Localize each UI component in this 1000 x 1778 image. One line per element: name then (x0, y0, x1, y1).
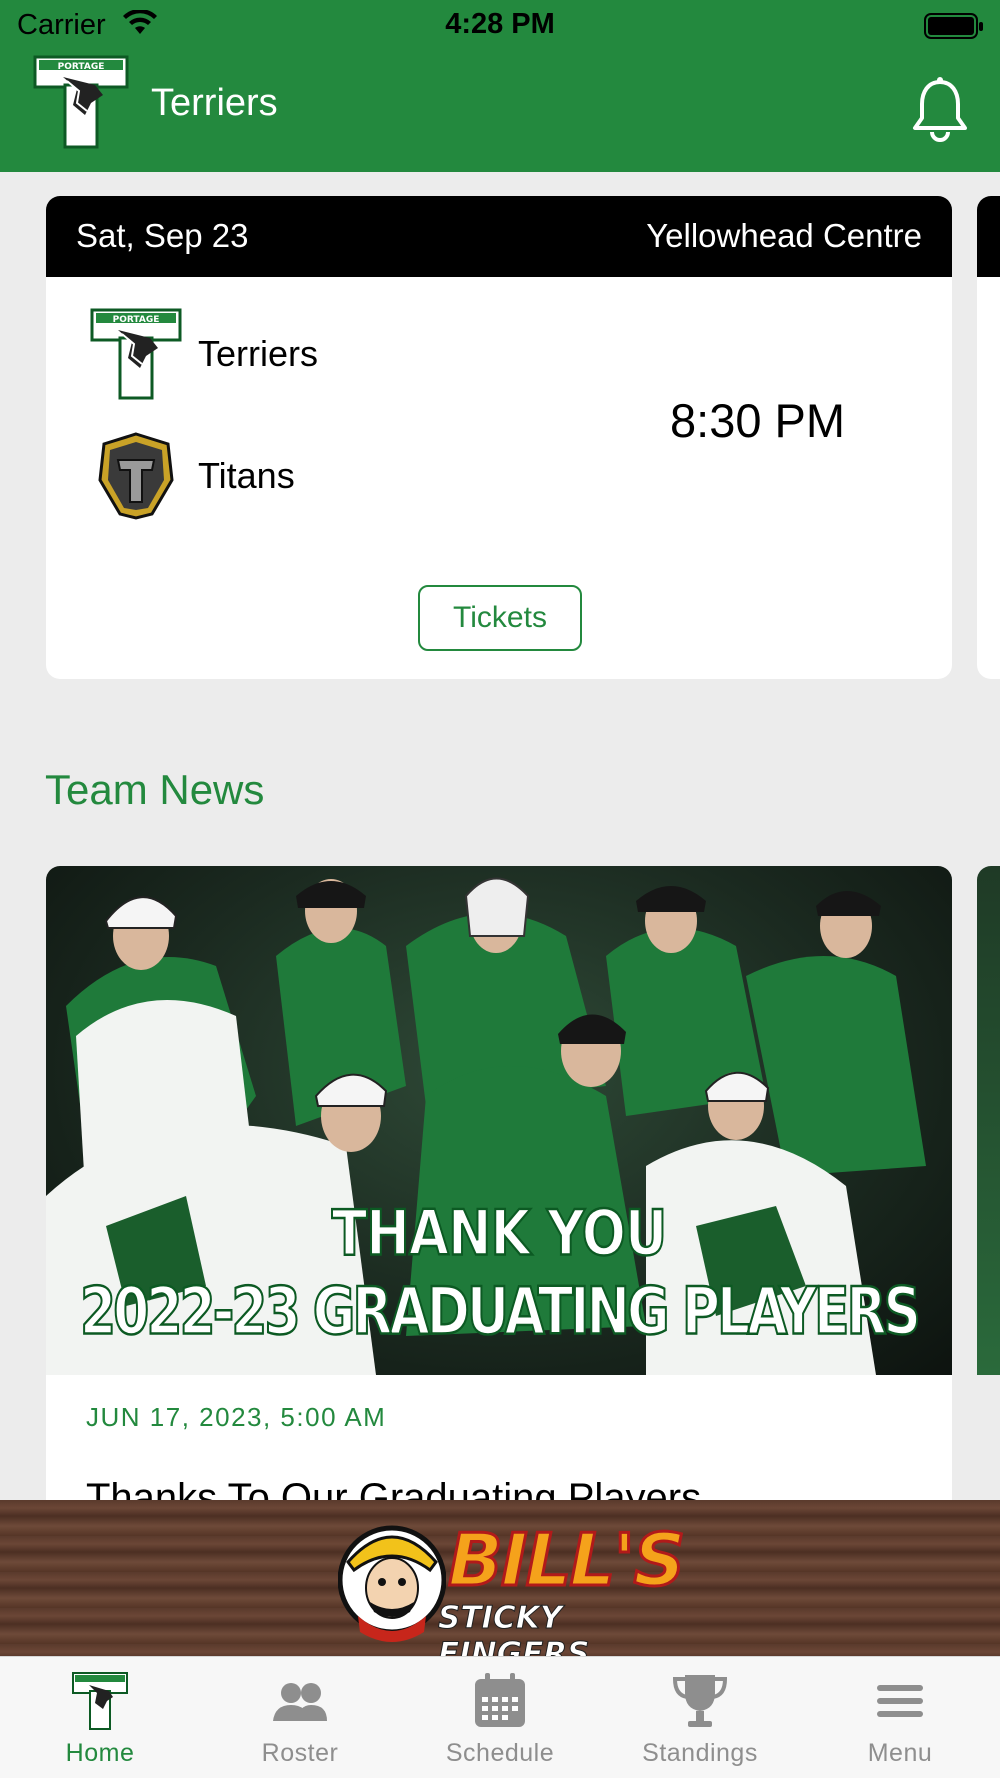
section-title-team-news: Team News (45, 766, 265, 813)
calendar-icon (475, 1673, 525, 1727)
news-image: THANK YOU 2022-23 GRADUATING PLAYERS (46, 866, 952, 1375)
news-image-caption: THANK YOU 2022-23 GRADUATING PLAYERS (46, 1197, 952, 1351)
tab-roster[interactable]: Roster (200, 1657, 400, 1778)
sponsor-mascot-icon (338, 1525, 446, 1642)
bell-icon[interactable] (910, 76, 970, 142)
tab-menu[interactable]: Menu (800, 1657, 1000, 1778)
tab-home-label: Home (65, 1739, 135, 1767)
battery-icon (924, 13, 983, 39)
tab-home[interactable]: Home (0, 1657, 200, 1778)
people-icon (273, 1683, 327, 1721)
team-logo-icon (72, 1672, 128, 1730)
svg-text:PORTAGE: PORTAGE (113, 315, 160, 325)
tab-schedule-label: Schedule (445, 1739, 555, 1767)
svg-text:PORTAGE: PORTAGE (58, 62, 105, 72)
terriers-logo-icon: PORTAGE (90, 308, 182, 400)
hamburger-icon (877, 1685, 923, 1717)
game-date: Sat, Sep 23 (76, 217, 249, 254)
tab-schedule[interactable]: Schedule (400, 1657, 600, 1778)
sponsor-logo: BILL'S STICKY FINGERS (338, 1508, 687, 1656)
tab-menu-label: Menu (867, 1739, 933, 1767)
titans-logo-icon (98, 432, 174, 520)
game-card-header: Sat, Sep 23 Yellowhead Centre (46, 196, 952, 277)
game-venue: Yellowhead Centre (646, 217, 922, 254)
news-date: JUN 17, 2023, 5:00 AM (86, 1402, 387, 1432)
tab-roster-label: Roster (261, 1739, 339, 1767)
news-image-line1: THANK YOU (331, 1197, 668, 1271)
sponsor-banner[interactable]: BILL'S STICKY FINGERS (0, 1500, 1000, 1656)
game-time: 8:30 PM (670, 394, 846, 447)
sponsor-name: BILL'S (446, 1517, 686, 1604)
home-team-name: Terriers (198, 333, 319, 374)
trophy-icon (672, 1675, 728, 1727)
game-card[interactable]: Sat, Sep 23 Yellowhead Centre PORTAGE Te… (46, 196, 952, 679)
team-logo-icon: PORTAGE (33, 55, 129, 149)
news-image-line2: 2022-23 GRADUATING PLAYERS (79, 1273, 922, 1351)
news-card[interactable]: THANK YOU 2022-23 GRADUATING PLAYERS JUN… (46, 866, 952, 1506)
top-bar: Carrier 4:28 PM PORTAGE Terriers (0, 0, 1000, 172)
status-bar: Carrier 4:28 PM (0, 0, 1000, 50)
next-news-card-peek[interactable] (977, 866, 1000, 1375)
status-time: 4:28 PM (445, 8, 555, 40)
sponsor-tagline: STICKY FINGERS (438, 1600, 590, 1657)
home-team-row: PORTAGE Terriers (90, 308, 318, 400)
tab-bar: Home Roster Schedule Standings Menu (0, 1656, 1000, 1778)
tab-standings[interactable]: Standings (600, 1657, 800, 1778)
header-title: Terriers (151, 82, 278, 124)
away-team-name: Titans (198, 455, 295, 496)
tab-standings-label: Standings (642, 1739, 758, 1767)
next-game-card-peek[interactable] (977, 196, 1000, 679)
away-team-row: Titans (90, 430, 295, 522)
tickets-button[interactable]: Tickets (418, 585, 582, 651)
